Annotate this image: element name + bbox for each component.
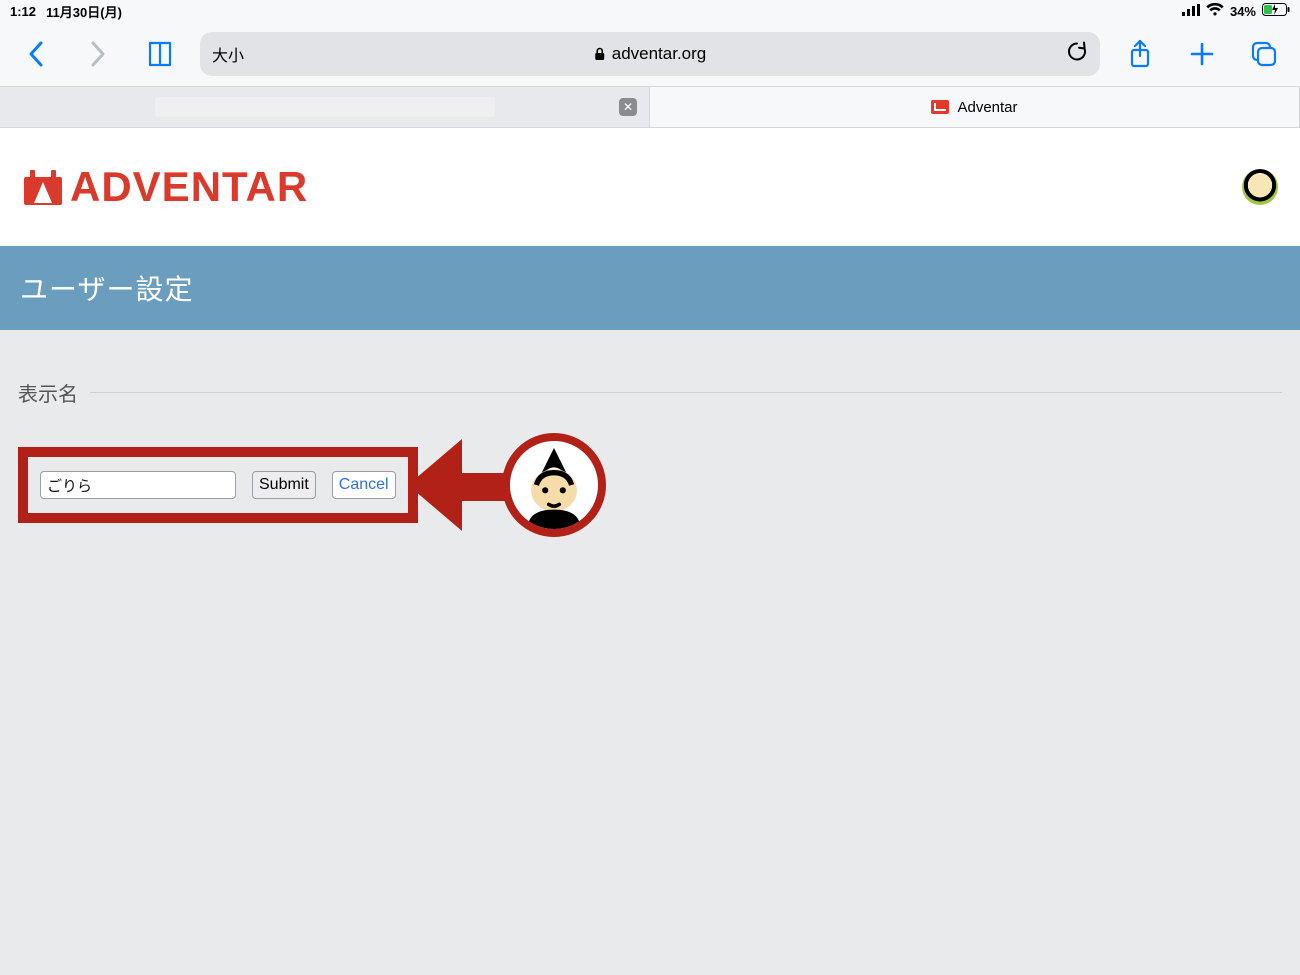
webpage-viewport: ADVENTAR ユーザー設定 表示名 Submit Cancel [0, 128, 1300, 975]
url-text: adventar.org [612, 44, 707, 64]
bookmarks-button[interactable] [138, 32, 182, 76]
address-bar[interactable]: 大小 adventar.org [200, 32, 1100, 76]
lock-icon [594, 47, 606, 61]
reload-button[interactable] [1066, 41, 1088, 68]
display-name-label: 表示名 [18, 378, 78, 407]
tab-strip: ✕ Adventar [0, 86, 1300, 128]
cancel-button[interactable]: Cancel [332, 471, 396, 499]
tab-title-placeholder [155, 97, 495, 117]
display-name-input[interactable] [40, 471, 236, 499]
divider [90, 392, 1282, 393]
share-button[interactable] [1118, 32, 1162, 76]
logo-text: ADVENTAR [70, 163, 308, 211]
clock: 1:12 [10, 4, 36, 19]
site-header: ADVENTAR [0, 128, 1300, 246]
battery-percent: 34% [1230, 4, 1256, 19]
date: 11月30日(月) [46, 2, 122, 21]
battery-icon [1262, 3, 1290, 19]
section-header: 表示名 [18, 378, 1282, 407]
browser-tab-1[interactable]: ✕ [0, 87, 650, 127]
page-title: ユーザー設定 [0, 246, 1300, 330]
new-tab-button[interactable] [1180, 32, 1224, 76]
browser-tab-2[interactable]: Adventar [650, 87, 1300, 127]
adventar-favicon-icon [931, 100, 949, 114]
text-size-control[interactable]: 大小 [212, 42, 244, 66]
submit-button[interactable]: Submit [252, 471, 316, 499]
close-tab-icon[interactable]: ✕ [619, 98, 637, 116]
safari-toolbar: 大小 adventar.org [0, 22, 1300, 86]
tabs-overview-button[interactable] [1242, 32, 1286, 76]
url-display: adventar.org [594, 44, 707, 64]
annotation-avatar-icon [502, 433, 606, 537]
annotation-arrow-avatar [422, 433, 606, 537]
adventar-logo-icon [22, 167, 64, 207]
cellular-icon [1182, 4, 1200, 19]
wifi-icon [1206, 3, 1224, 19]
site-logo[interactable]: ADVENTAR [22, 163, 308, 211]
annotation-highlight-box: Submit Cancel [18, 447, 418, 523]
back-button[interactable] [14, 32, 58, 76]
user-avatar[interactable] [1242, 169, 1278, 205]
forward-button[interactable] [76, 32, 120, 76]
ios-status-bar: 1:12 11月30日(月) 34% [0, 0, 1300, 22]
tab-title: Adventar [957, 99, 1017, 116]
